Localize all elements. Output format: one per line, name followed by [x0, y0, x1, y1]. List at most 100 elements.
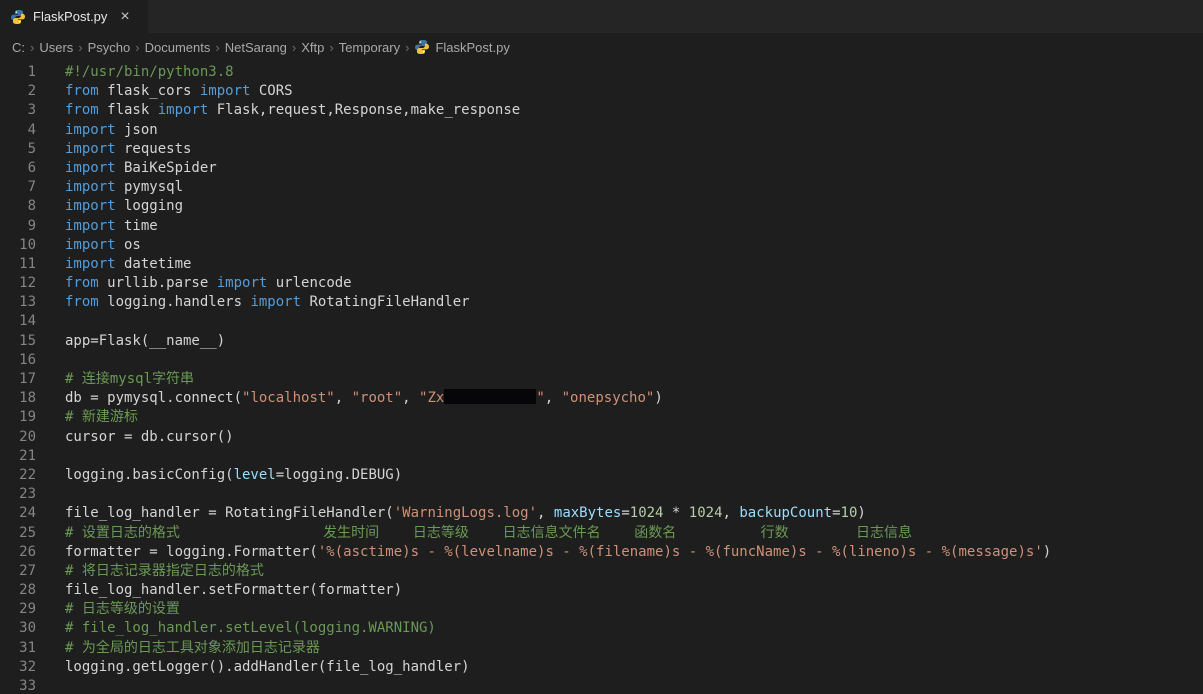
tab-flaskpost[interactable]: FlaskPost.py × [0, 0, 148, 33]
code-line[interactable]: 32 logging.getLogger().addHandler(file_lo… [0, 658, 1203, 677]
breadcrumb-item[interactable]: Psycho [86, 40, 133, 55]
breadcrumb-item[interactable]: Users [37, 40, 75, 55]
comment-token: # 将日志记录器指定日志的格式 [65, 562, 264, 579]
code-line[interactable]: 29 # 日志等级的设置 [0, 600, 1203, 619]
line-number[interactable]: 7 [0, 178, 46, 197]
code-editor[interactable]: 1 #!/usr/bin/python3.8 2 from flask_cors im… [0, 61, 1203, 694]
code-line[interactable]: 15 app=Flask(__name__) [0, 332, 1203, 351]
plain-token: , [722, 505, 740, 522]
line-number[interactable]: 4 [0, 121, 46, 140]
keyword-token: import [216, 275, 268, 292]
code-line[interactable]: 7 import pymysql [0, 178, 1203, 197]
code-line[interactable]: 13 from logging.handlers import RotatingF… [0, 293, 1203, 312]
plain-token: time [115, 217, 158, 234]
breadcrumb-item[interactable]: NetSarang [223, 40, 289, 55]
line-number[interactable]: 13 [0, 293, 46, 312]
code-line[interactable]: 30 # file_log_handler.setLevel(logging.WA… [0, 619, 1203, 638]
code-line[interactable]: 12 from urllib.parse import urlencode [0, 274, 1203, 293]
line-number[interactable]: 24 [0, 504, 46, 523]
line-number[interactable]: 32 [0, 658, 46, 677]
line-number[interactable]: 19 [0, 408, 46, 427]
line-number[interactable]: 23 [0, 485, 46, 504]
line-content [46, 447, 65, 466]
line-number[interactable]: 30 [0, 619, 46, 638]
line-number[interactable]: 31 [0, 639, 46, 658]
line-number[interactable]: 1 [0, 63, 46, 82]
code-line[interactable]: 20 cursor = db.cursor() [0, 428, 1203, 447]
line-content: import json [46, 121, 158, 140]
keyword-token: import [65, 217, 116, 234]
plain-token: app=Flask(__name__) [65, 332, 226, 349]
line-number[interactable]: 11 [0, 255, 46, 274]
code-line[interactable]: 9 import time [0, 217, 1203, 236]
code-line[interactable]: 28 file_log_handler.setFormatter(formatte… [0, 581, 1203, 600]
line-number[interactable]: 17 [0, 370, 46, 389]
keyword-token: import [65, 159, 116, 176]
line-number[interactable]: 15 [0, 332, 46, 351]
plain-token: ) [1042, 543, 1052, 560]
line-number[interactable]: 3 [0, 101, 46, 120]
line-number[interactable]: 14 [0, 312, 46, 331]
line-number[interactable]: 26 [0, 543, 46, 562]
line-number[interactable]: 2 [0, 82, 46, 101]
code-line[interactable]: 25 # 设置日志的格式 发生时间 日志等级 日志信息文件名 函数名 行数 日志信… [0, 524, 1203, 543]
keyword-token: import [65, 179, 116, 196]
line-content: import BaiKeSpider [46, 159, 217, 178]
code-line[interactable]: 24 file_log_handler = RotatingFileHandler… [0, 504, 1203, 523]
line-number[interactable]: 16 [0, 351, 46, 370]
line-number[interactable]: 20 [0, 428, 46, 447]
plain-token: flask_cors [98, 83, 200, 100]
line-number[interactable]: 33 [0, 677, 46, 694]
code-line[interactable]: 18 db = pymysql.connect("localhost", "roo… [0, 389, 1203, 408]
code-line[interactable]: 8 import logging [0, 197, 1203, 216]
code-line[interactable]: 26 formatter = logging.Formatter('%(ascti… [0, 543, 1203, 562]
string-token: " [536, 390, 545, 407]
code-line[interactable]: 14 [0, 312, 1203, 331]
code-line[interactable]: 1 #!/usr/bin/python3.8 [0, 63, 1203, 82]
breadcrumb-item[interactable]: Xftp [299, 40, 326, 55]
breadcrumb-file[interactable]: FlaskPost.py [412, 39, 511, 55]
breadcrumb-item[interactable]: Temporary [337, 40, 402, 55]
breadcrumb-item[interactable]: Documents [143, 40, 213, 55]
keyword-token: import [157, 102, 209, 119]
line-number[interactable]: 22 [0, 466, 46, 485]
comment-token: # 连接mysql字符串 [65, 371, 195, 387]
code-line[interactable]: 16 [0, 351, 1203, 370]
plain-token: Flask,request,Response,make_response [208, 102, 521, 119]
keyword-token: import [65, 121, 116, 138]
code-line[interactable]: 17 # 连接mysql字符串 [0, 370, 1203, 389]
plain-token: formatter = logging.Formatter( [65, 543, 318, 560]
line-number[interactable]: 29 [0, 600, 46, 619]
line-content: from urllib.parse import urlencode [46, 274, 352, 293]
line-number[interactable]: 6 [0, 159, 46, 178]
code-line[interactable]: 21 [0, 447, 1203, 466]
line-number[interactable]: 27 [0, 562, 46, 581]
code-line[interactable]: 27 # 将日志记录器指定日志的格式 [0, 562, 1203, 581]
code-line[interactable]: 4 import json [0, 121, 1203, 140]
line-number[interactable]: 12 [0, 274, 46, 293]
line-number[interactable]: 9 [0, 217, 46, 236]
plain-token: flask [98, 102, 158, 119]
code-line[interactable]: 2 from flask_cors import CORS [0, 82, 1203, 101]
line-number[interactable]: 21 [0, 447, 46, 466]
line-number[interactable]: 25 [0, 524, 46, 543]
code-line[interactable]: 22 logging.basicConfig(level=logging.DEBU… [0, 466, 1203, 485]
breadcrumb-item[interactable]: C: [10, 40, 27, 55]
line-number[interactable]: 18 [0, 389, 46, 408]
code-line[interactable]: 33 [0, 677, 1203, 694]
code-line[interactable]: 10 import os [0, 236, 1203, 255]
code-line[interactable]: 6 import BaiKeSpider [0, 159, 1203, 178]
code-line[interactable]: 11 import datetime [0, 255, 1203, 274]
line-number[interactable]: 5 [0, 140, 46, 159]
line-number[interactable]: 8 [0, 197, 46, 216]
line-number[interactable]: 28 [0, 581, 46, 600]
code-line[interactable]: 23 [0, 485, 1203, 504]
close-icon[interactable]: × [120, 8, 129, 25]
line-number[interactable]: 10 [0, 236, 46, 255]
code-line[interactable]: 3 from flask import Flask,request,Respons… [0, 101, 1203, 120]
keyword-token: import [65, 236, 116, 253]
code-line[interactable]: 5 import requests [0, 140, 1203, 159]
code-line[interactable]: 19 # 新建游标 [0, 408, 1203, 427]
code-line[interactable]: 31 # 为全局的日志工具对象添加日志记录器 [0, 639, 1203, 658]
number-token: 1024 [688, 505, 723, 522]
